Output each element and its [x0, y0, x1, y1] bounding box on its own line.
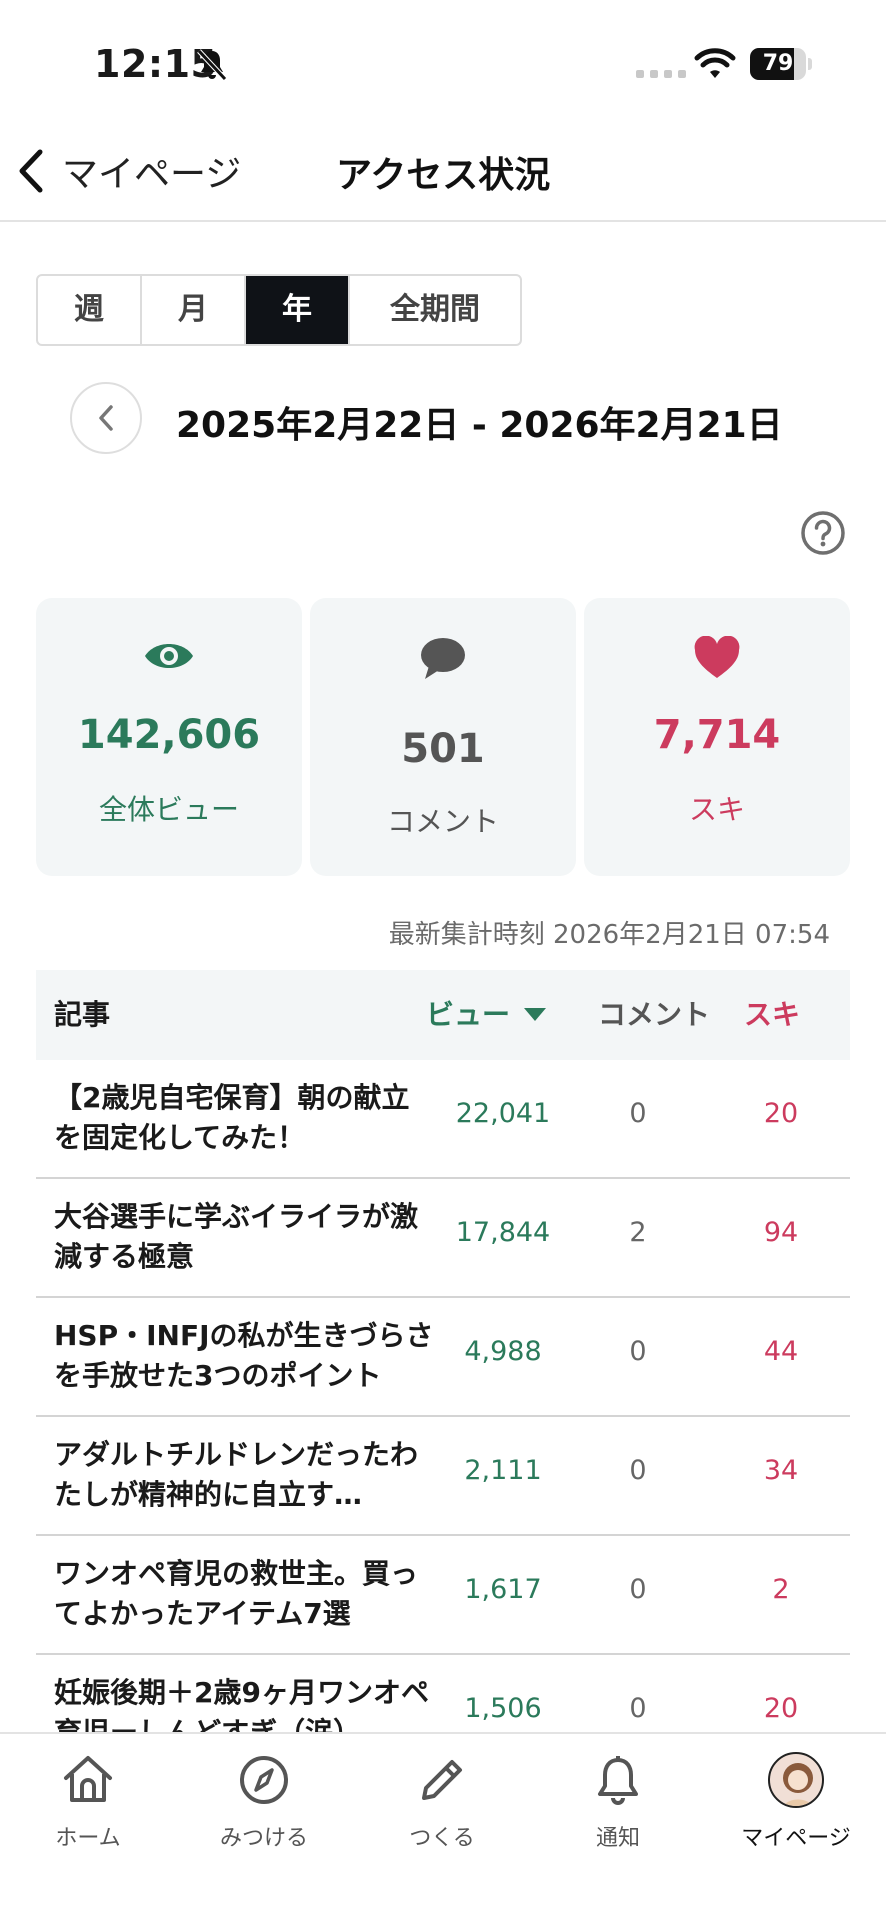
tabbar-create[interactable]: つくる: [372, 1752, 512, 1852]
article-likes: 20: [763, 1098, 799, 1129]
views-value: 142,606: [77, 712, 261, 758]
nav-header: マイページ アクセス状況: [0, 120, 886, 222]
last-updated: 最新集計時刻 2026年2月21日 07:54: [388, 920, 830, 950]
bottom-tab-bar: ホーム みつける つくる 通知 マイページ: [0, 1732, 886, 1920]
article-views: 4,988: [464, 1336, 542, 1367]
pencil-icon: [422, 1760, 462, 1800]
battery-icon: 79: [750, 48, 812, 80]
article-title: ワンオペ育児の救世主。買ってよかったアイテム7選: [54, 1557, 419, 1630]
compass-icon: [240, 1756, 288, 1804]
article-views: 22,041: [455, 1098, 551, 1129]
eye-icon: [145, 644, 193, 668]
article-comments: 2: [629, 1217, 647, 1248]
likes-card: 7,714 スキ: [584, 598, 850, 876]
bell-off-icon: [197, 49, 227, 81]
article-comments: 0: [629, 1455, 647, 1486]
tab-year[interactable]: 年: [246, 276, 350, 344]
article-comments: 0: [629, 1574, 647, 1605]
article-comments: 0: [629, 1336, 647, 1367]
bell-icon: [598, 1756, 638, 1805]
tabbar-notifications-label: 通知: [595, 1826, 640, 1851]
tabbar-home-label: ホーム: [55, 1826, 121, 1851]
col-views-label: ビュー: [426, 998, 511, 1031]
date-range: 2025年2月22日 - 2026年2月21日: [176, 405, 783, 446]
chevron-left-icon: [19, 149, 43, 193]
col-views-sort[interactable]: ビュー: [426, 970, 547, 1060]
avatar: [768, 1752, 824, 1808]
table-header: 記事 ビュー コメント スキ: [36, 970, 850, 1060]
heart-icon: [694, 636, 740, 678]
tab-week[interactable]: 週: [38, 276, 142, 344]
article-likes: 20: [763, 1693, 799, 1724]
table-row[interactable]: HSP・INFJの私が生きづらさを手放せた3つのポイント 4,988 0 44: [36, 1298, 850, 1417]
article-likes: 34: [763, 1455, 799, 1486]
article-likes: 94: [763, 1217, 799, 1248]
likes-label: スキ: [688, 793, 745, 826]
views-label: 全体ビュー: [98, 793, 239, 826]
tabbar-discover-label: みつける: [219, 1826, 308, 1851]
article-title: アダルトチルドレンだったわたしが精神的に自立す…: [54, 1438, 419, 1511]
comments-label: コメント: [386, 805, 499, 838]
table-row[interactable]: 大谷選手に学ぶイライラが激減する極意 17,844 2 94: [36, 1179, 850, 1298]
sort-desc-icon: [524, 1008, 547, 1021]
tabbar-create-label: つくる: [409, 1826, 475, 1851]
wifi-icon: [694, 48, 736, 78]
cellular-signal-icon: [636, 70, 686, 78]
tab-all-time[interactable]: 全期間: [350, 276, 520, 344]
article-comments: 0: [629, 1693, 647, 1724]
home-icon: [64, 1756, 112, 1802]
article-likes: 2: [772, 1574, 790, 1605]
status-bar: 12:15 79: [0, 0, 886, 120]
back-button[interactable]: マイページ: [14, 146, 241, 196]
speech-bubble-icon: [421, 638, 465, 679]
likes-value: 7,714: [653, 712, 781, 758]
help-icon[interactable]: [800, 510, 846, 556]
table-row[interactable]: ワンオペ育児の救世主。買ってよかったアイテム7選 1,617 0 2: [36, 1536, 850, 1655]
tabbar-mypage[interactable]: マイページ: [726, 1752, 866, 1852]
tabbar-discover[interactable]: みつける: [194, 1752, 334, 1852]
col-comments[interactable]: コメント: [598, 970, 710, 1060]
col-article: 記事: [54, 998, 111, 1031]
article-likes: 44: [763, 1336, 799, 1367]
article-title: 【2歳児自宅保育】朝の献立を固定化してみた！: [54, 1081, 410, 1154]
period-tabs: 週 月 年 全期間: [36, 274, 522, 346]
article-title: HSP・INFJの私が生きづらさを手放せた3つのポイント: [54, 1319, 434, 1392]
back-label: マイページ: [62, 154, 242, 195]
tabbar-home[interactable]: ホーム: [18, 1752, 158, 1852]
page-title: アクセス状況: [336, 155, 551, 196]
table-row[interactable]: アダルトチルドレンだったわたしが精神的に自立す… 2,111 0 34: [36, 1417, 850, 1536]
previous-period-button[interactable]: [70, 382, 142, 454]
col-likes[interactable]: スキ: [744, 970, 800, 1060]
table-row[interactable]: 【2歳児自宅保育】朝の献立を固定化してみた！ 22,041 0 20: [36, 1060, 850, 1179]
comments-card: 501 コメント: [310, 598, 576, 876]
article-comments: 0: [629, 1098, 647, 1129]
article-title: 大谷選手に学ぶイライラが激減する極意: [54, 1200, 419, 1273]
comments-value: 501: [401, 726, 485, 772]
views-card: 142,606 全体ビュー: [36, 598, 302, 876]
tab-month[interactable]: 月: [142, 276, 246, 344]
chevron-left-icon: [99, 405, 113, 431]
article-views: 1,506: [464, 1693, 542, 1724]
article-views: 17,844: [455, 1217, 551, 1248]
article-views: 1,617: [464, 1574, 542, 1605]
tabbar-mypage-label: マイページ: [741, 1826, 851, 1851]
article-views: 2,111: [464, 1455, 542, 1486]
tabbar-notifications[interactable]: 通知: [548, 1752, 688, 1852]
